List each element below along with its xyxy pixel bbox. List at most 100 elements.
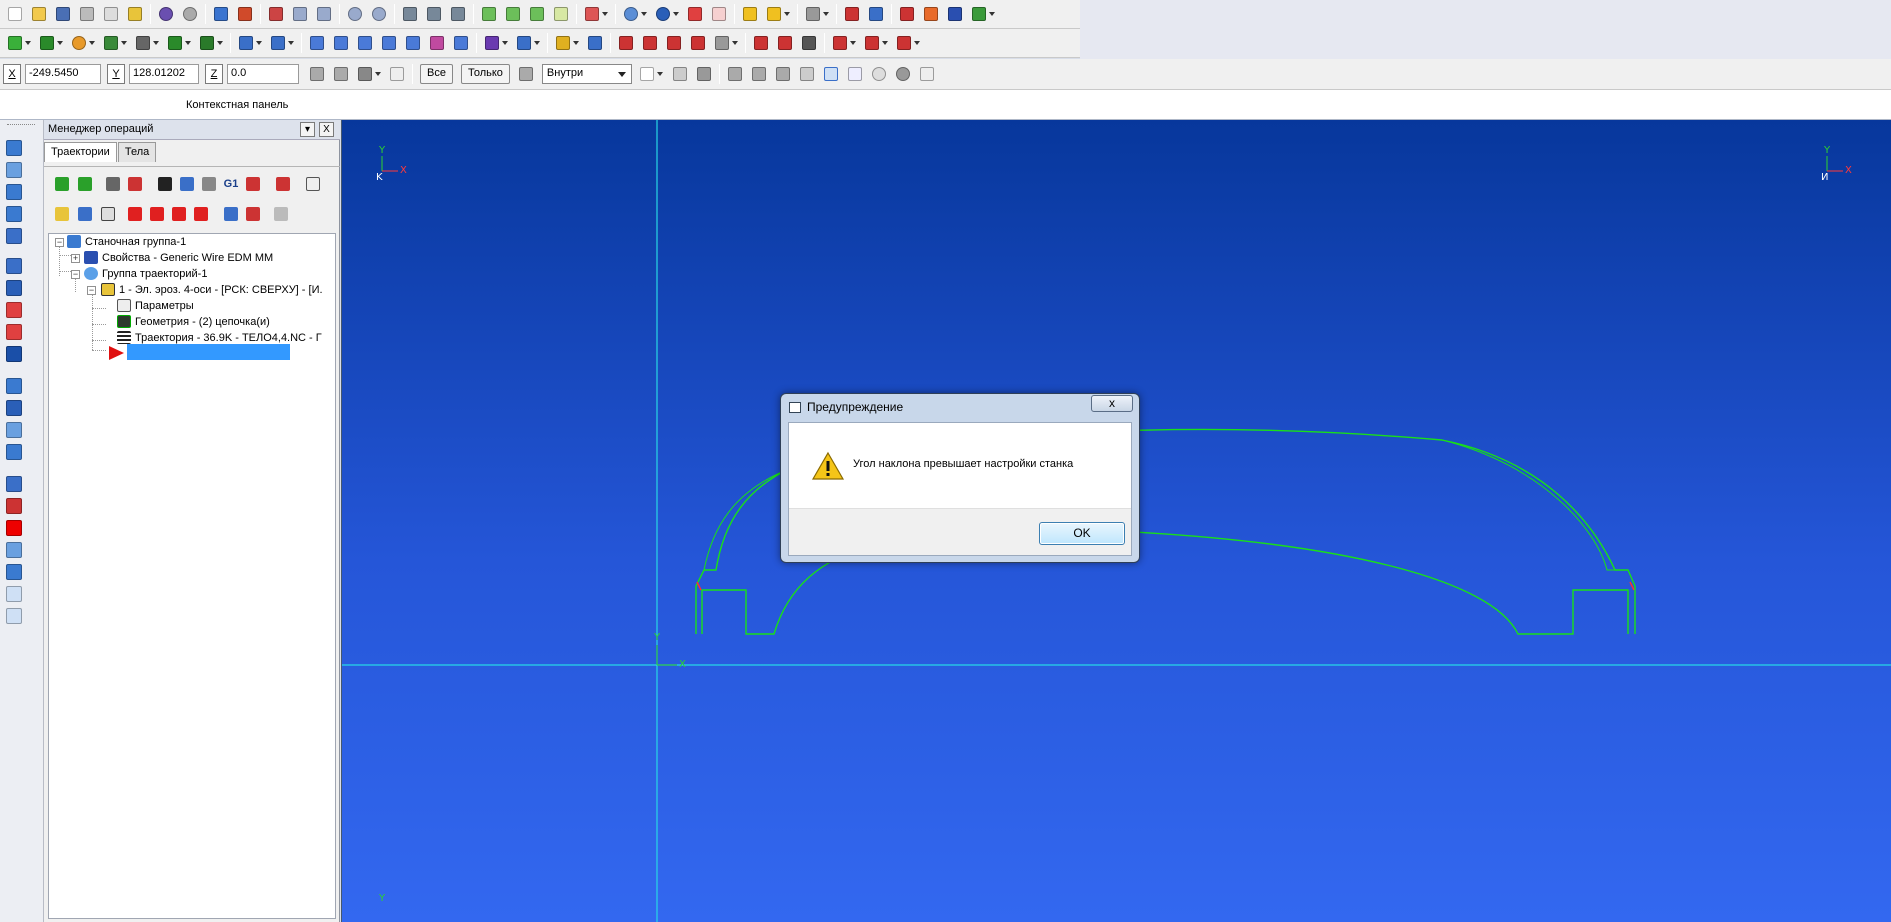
- tree-collapse-toggle[interactable]: −: [71, 270, 80, 279]
- cylinder-dropdown[interactable]: [196, 32, 226, 54]
- view-right-icon[interactable]: [526, 3, 548, 25]
- regenerate-icon[interactable]: [104, 175, 122, 193]
- contour-icon[interactable]: [663, 32, 685, 54]
- fit-icon[interactable]: [265, 3, 287, 25]
- trim-solid-icon[interactable]: [6, 302, 22, 318]
- select-dirty-ops-icon[interactable]: [76, 175, 94, 193]
- list-icon[interactable]: [639, 32, 661, 54]
- red-square-icon[interactable]: [6, 520, 22, 536]
- save-icon[interactable]: [52, 3, 74, 25]
- solid-from-surface-icon[interactable]: [6, 378, 22, 394]
- y-label[interactable]: Y: [107, 64, 125, 84]
- simulate-icon[interactable]: [200, 175, 218, 193]
- circle-dropdown[interactable]: [68, 32, 98, 54]
- tree-node-properties[interactable]: Свойства - Generic Wire EDM MM: [84, 250, 273, 265]
- sphere-dropdown[interactable]: [652, 3, 682, 25]
- transform-offset-icon[interactable]: [450, 32, 472, 54]
- export-dropdown[interactable]: [968, 3, 998, 25]
- backplot-dropdown[interactable]: [861, 32, 891, 54]
- tree-node-machine-group[interactable]: Станочная группа-1: [67, 234, 186, 249]
- ops-manager-menu-button[interactable]: ▾: [300, 122, 315, 137]
- rectangle-dropdown[interactable]: [100, 32, 130, 54]
- g1-post-icon[interactable]: G1: [222, 175, 240, 193]
- trophy-icon[interactable]: [124, 3, 146, 25]
- fillet-dropdown[interactable]: [132, 32, 162, 54]
- repaint-icon[interactable]: [234, 3, 256, 25]
- hex-3-icon[interactable]: [772, 63, 794, 85]
- remove-faces-icon[interactable]: [6, 422, 22, 438]
- zoom-target-icon[interactable]: [313, 3, 335, 25]
- line-dropdown[interactable]: [36, 32, 66, 54]
- hex-1-icon[interactable]: [724, 63, 746, 85]
- solid-icon[interactable]: [920, 3, 942, 25]
- insert-position-selection[interactable]: [127, 344, 290, 360]
- transform-scale-icon[interactable]: [402, 32, 424, 54]
- toggle-display-icon[interactable]: [76, 205, 94, 223]
- select-chain-icon[interactable]: [399, 3, 421, 25]
- find-features-icon[interactable]: [6, 444, 22, 460]
- surface-dropdown[interactable]: [711, 32, 741, 54]
- select-minus-icon[interactable]: [447, 3, 469, 25]
- verify-icon[interactable]: [178, 175, 196, 193]
- tree-expand-toggle[interactable]: +: [71, 254, 80, 263]
- sigma-icon[interactable]: [944, 3, 966, 25]
- transform-rotate-icon[interactable]: [354, 32, 376, 54]
- analyze-dropdown[interactable]: [763, 3, 793, 25]
- x-value-field[interactable]: -249.5450: [25, 64, 101, 84]
- wireframe-icon[interactable]: [708, 3, 730, 25]
- query-icon[interactable]: [841, 3, 863, 25]
- toggle-post-icon[interactable]: [99, 205, 117, 223]
- selection-filter-icon[interactable]: [515, 63, 537, 85]
- circle-select-icon[interactable]: [892, 63, 914, 85]
- transform-copy-icon[interactable]: [330, 32, 352, 54]
- ok-button[interactable]: OK: [1039, 522, 1125, 545]
- undo-icon[interactable]: [155, 3, 177, 25]
- tree-node-geometry[interactable]: Геометрия - (2) цепочка(и): [117, 314, 270, 329]
- insert-arrow-icon[interactable]: [170, 205, 188, 223]
- drill-icon[interactable]: [687, 32, 709, 54]
- z-value-field[interactable]: 0.0: [227, 64, 299, 84]
- print-icon[interactable]: [76, 3, 98, 25]
- cube-light-icon[interactable]: [6, 608, 22, 624]
- shell-icon[interactable]: [6, 258, 22, 274]
- ops-manager-close-button[interactable]: X: [319, 122, 334, 137]
- point-dropdown[interactable]: [4, 32, 34, 54]
- boolean-icon[interactable]: [6, 280, 22, 296]
- pan-icon[interactable]: [210, 3, 232, 25]
- cube-outline-icon[interactable]: [6, 586, 22, 602]
- tab-solids[interactable]: Тела: [117, 142, 157, 162]
- levels-dropdown[interactable]: [552, 32, 582, 54]
- lock-icon[interactable]: [53, 205, 71, 223]
- verify-dropdown[interactable]: [829, 32, 859, 54]
- sweep-icon[interactable]: [6, 184, 22, 200]
- tab-toolpaths[interactable]: Траектории: [44, 142, 117, 162]
- wave-select-icon[interactable]: [820, 63, 842, 85]
- print-preview-icon[interactable]: [100, 3, 122, 25]
- tree-collapse-toggle[interactable]: −: [55, 238, 64, 247]
- chart-icon[interactable]: [865, 3, 887, 25]
- shade-icon[interactable]: [684, 3, 706, 25]
- wire-no-core-icon[interactable]: [798, 32, 820, 54]
- tree-node-operation[interactable]: 1 - Эл. эроз. 4-оси - [РСК: СВЕРХУ] - [И…: [101, 282, 323, 297]
- view-iso-icon[interactable]: [550, 3, 572, 25]
- tree-collapse-toggle[interactable]: −: [87, 286, 96, 295]
- x-label[interactable]: X: [3, 64, 21, 84]
- post-dropdown[interactable]: [893, 32, 923, 54]
- revolve-icon[interactable]: [6, 162, 22, 178]
- surface-from-solid-icon[interactable]: [6, 542, 22, 558]
- cube-select-icon[interactable]: [796, 63, 818, 85]
- draft-icon[interactable]: [6, 324, 22, 340]
- select-plus-icon[interactable]: [423, 3, 445, 25]
- zoom-out-icon[interactable]: [368, 3, 390, 25]
- break-dropdown[interactable]: [267, 32, 297, 54]
- chamfer-dropdown[interactable]: [164, 32, 194, 54]
- ops-help-icon[interactable]: [304, 175, 322, 193]
- disabled-option-icon[interactable]: [272, 205, 290, 223]
- selection-mode-select[interactable]: Внутри: [541, 64, 632, 84]
- arrow-down-icon[interactable]: [6, 206, 22, 222]
- autocursor-dropdown[interactable]: [354, 63, 384, 85]
- wire-path-icon[interactable]: [750, 32, 772, 54]
- view-top-icon[interactable]: [478, 3, 500, 25]
- thicken-icon[interactable]: [6, 400, 22, 416]
- z-label[interactable]: Z: [205, 64, 223, 84]
